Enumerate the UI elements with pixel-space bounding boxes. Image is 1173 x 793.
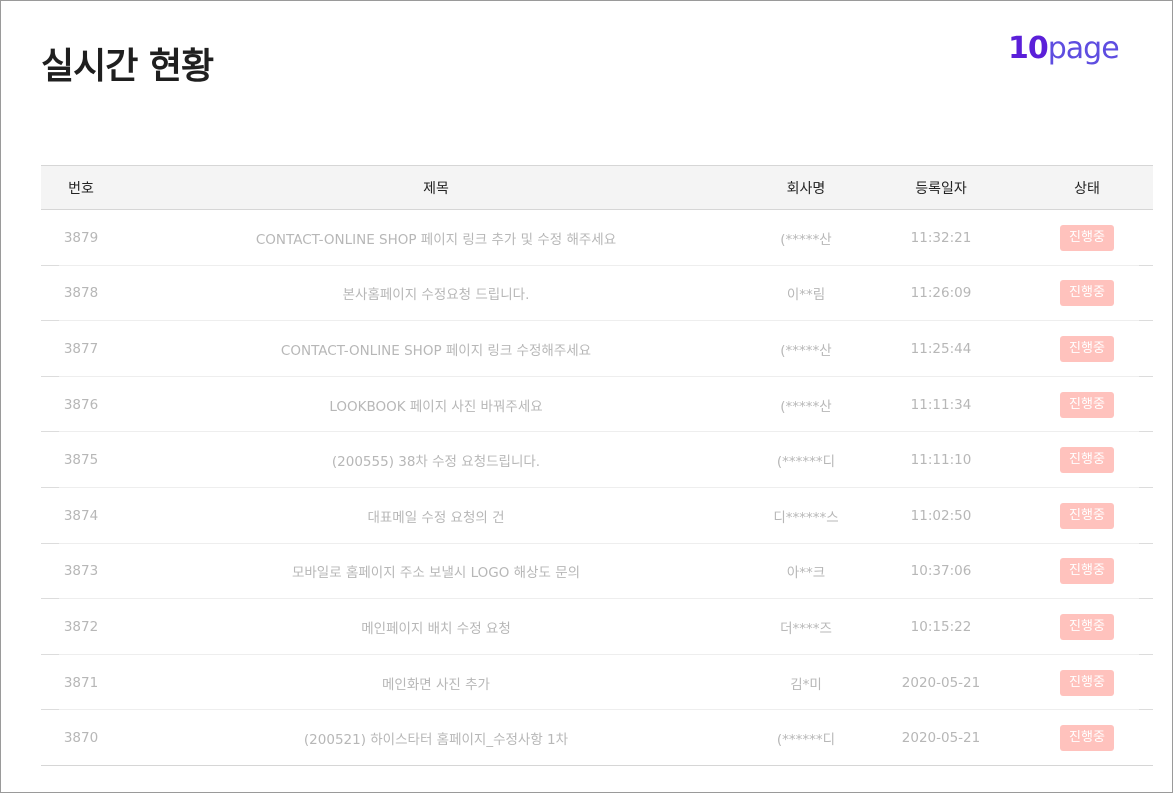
row-number: 3874 bbox=[63, 507, 99, 524]
row-status-cell: 진행중 bbox=[1021, 224, 1153, 251]
row-status-cell: 진행중 bbox=[1021, 558, 1153, 585]
table-header: 번호 제목 회사명 등록일자 상태 bbox=[41, 165, 1153, 210]
row-title-link[interactable]: 메인페이지 배치 수정 요청 bbox=[121, 617, 751, 637]
row-title-link[interactable]: (200521) 하이스타터 홈페이지_수정사항 1차 bbox=[121, 728, 751, 748]
row-date: 11:02:50 bbox=[910, 507, 972, 524]
status-badge: 진행중 bbox=[1060, 725, 1114, 752]
row-title-link[interactable]: 대표메일 수정 요청의 건 bbox=[121, 506, 751, 526]
row-title-link[interactable]: 메인화면 사진 추가 bbox=[121, 673, 751, 693]
table-row[interactable]: 3872 메인페이지 배치 수정 요청 더****즈 10:15:22 진행중 bbox=[41, 599, 1153, 655]
row-date: 11:11:10 bbox=[910, 452, 972, 469]
table-row[interactable]: 3874 대표메일 수정 요청의 건 디******스 11:02:50 진행중 bbox=[41, 488, 1153, 544]
row-company: (******디 bbox=[776, 454, 836, 471]
row-company: 더****즈 bbox=[780, 620, 832, 637]
row-title-link[interactable]: (200555) 38차 수정 요청드립니다. bbox=[121, 450, 751, 470]
row-status-cell: 진행중 bbox=[1021, 613, 1153, 640]
row-title-link[interactable]: CONTACT-ONLINE SHOP 페이지 링크 수정해주세요 bbox=[121, 339, 751, 359]
row-status-cell: 진행중 bbox=[1021, 725, 1153, 752]
row-title-link[interactable]: 모바일로 홈페이지 주소 보낼시 LOGO 해상도 문의 bbox=[121, 561, 751, 581]
table-row[interactable]: 3871 메인화면 사진 추가 김*미 2020-05-21 진행중 bbox=[41, 655, 1153, 711]
status-badge: 진행중 bbox=[1060, 669, 1114, 696]
logo-word: page bbox=[1047, 31, 1120, 66]
row-status-cell: 진행중 bbox=[1021, 502, 1153, 529]
status-badge: 진행중 bbox=[1060, 335, 1114, 362]
status-badge: 진행중 bbox=[1060, 224, 1114, 251]
header-company: 회사명 bbox=[786, 180, 826, 197]
row-number: 3873 bbox=[63, 563, 99, 580]
row-status-cell: 진행중 bbox=[1021, 447, 1153, 474]
row-status-cell: 진행중 bbox=[1021, 280, 1153, 307]
brand-logo[interactable]: 10page bbox=[1008, 31, 1120, 66]
row-number: 3875 bbox=[63, 452, 99, 469]
table-body: 3879 CONTACT-ONLINE SHOP 페이지 링크 추가 및 수정 … bbox=[41, 210, 1153, 766]
header-no: 번호 bbox=[68, 180, 94, 197]
logo-number: 10 bbox=[1008, 31, 1049, 66]
row-date: 10:15:22 bbox=[910, 618, 972, 635]
table-row[interactable]: 3879 CONTACT-ONLINE SHOP 페이지 링크 추가 및 수정 … bbox=[41, 210, 1153, 266]
row-title-link[interactable]: CONTACT-ONLINE SHOP 페이지 링크 추가 및 수정 해주세요 bbox=[121, 228, 751, 248]
table-row[interactable]: 3876 LOOKBOOK 페이지 사진 바꿔주세요 (*****산 11:11… bbox=[41, 377, 1153, 433]
status-table: 번호 제목 회사명 등록일자 상태 3879 CONTACT-ONLINE SH… bbox=[41, 165, 1153, 766]
row-number: 3876 bbox=[63, 396, 99, 413]
row-company: (*****산 bbox=[780, 231, 832, 248]
row-status-cell: 진행중 bbox=[1021, 335, 1153, 362]
row-company: 아**크 bbox=[786, 565, 826, 582]
status-badge: 진행중 bbox=[1060, 613, 1114, 640]
row-company: (******디 bbox=[776, 732, 836, 749]
status-badge: 진행중 bbox=[1060, 558, 1114, 585]
header-date: 등록일자 bbox=[915, 180, 967, 197]
row-date: 11:26:09 bbox=[910, 285, 972, 302]
row-date: 11:11:34 bbox=[910, 396, 972, 413]
row-company: 디******스 bbox=[773, 509, 839, 526]
row-status-cell: 진행중 bbox=[1021, 391, 1153, 418]
row-company: (*****산 bbox=[780, 398, 832, 415]
row-date: 2020-05-21 bbox=[901, 730, 981, 747]
row-date: 10:37:06 bbox=[910, 563, 972, 580]
row-title-link[interactable]: 본사홈페이지 수정요청 드립니다. bbox=[121, 283, 751, 303]
table-row[interactable]: 3870 (200521) 하이스타터 홈페이지_수정사항 1차 (******… bbox=[41, 710, 1153, 766]
row-date: 11:32:21 bbox=[910, 229, 972, 246]
row-number: 3871 bbox=[63, 674, 99, 691]
table-row[interactable]: 3875 (200555) 38차 수정 요청드립니다. (******디 11… bbox=[41, 432, 1153, 488]
header-status: 상태 bbox=[1074, 180, 1100, 197]
table-row[interactable]: 3873 모바일로 홈페이지 주소 보낼시 LOGO 해상도 문의 아**크 1… bbox=[41, 544, 1153, 600]
row-number: 3878 bbox=[63, 285, 99, 302]
page-frame: 실시간 현황 10page 번호 제목 회사명 등록일자 상태 3879 CON… bbox=[0, 0, 1173, 793]
page-title: 실시간 현황 bbox=[41, 46, 214, 87]
row-number: 3877 bbox=[63, 340, 99, 357]
row-date: 2020-05-21 bbox=[901, 674, 981, 691]
row-company: 김*미 bbox=[790, 676, 822, 693]
row-company: 이**림 bbox=[786, 287, 826, 304]
status-badge: 진행중 bbox=[1060, 447, 1114, 474]
row-date: 11:25:44 bbox=[910, 340, 972, 357]
row-status-cell: 진행중 bbox=[1021, 669, 1153, 696]
table-row[interactable]: 3877 CONTACT-ONLINE SHOP 페이지 링크 수정해주세요 (… bbox=[41, 321, 1153, 377]
header-title: 제목 bbox=[423, 180, 449, 197]
status-badge: 진행중 bbox=[1060, 391, 1114, 418]
row-number: 3879 bbox=[63, 229, 99, 246]
row-company: (*****산 bbox=[780, 342, 832, 359]
table-row[interactable]: 3878 본사홈페이지 수정요청 드립니다. 이**림 11:26:09 진행중 bbox=[41, 266, 1153, 322]
status-badge: 진행중 bbox=[1060, 280, 1114, 307]
status-badge: 진행중 bbox=[1060, 502, 1114, 529]
row-title-link[interactable]: LOOKBOOK 페이지 사진 바꿔주세요 bbox=[121, 395, 751, 415]
row-number: 3872 bbox=[63, 618, 99, 635]
row-number: 3870 bbox=[63, 730, 99, 747]
